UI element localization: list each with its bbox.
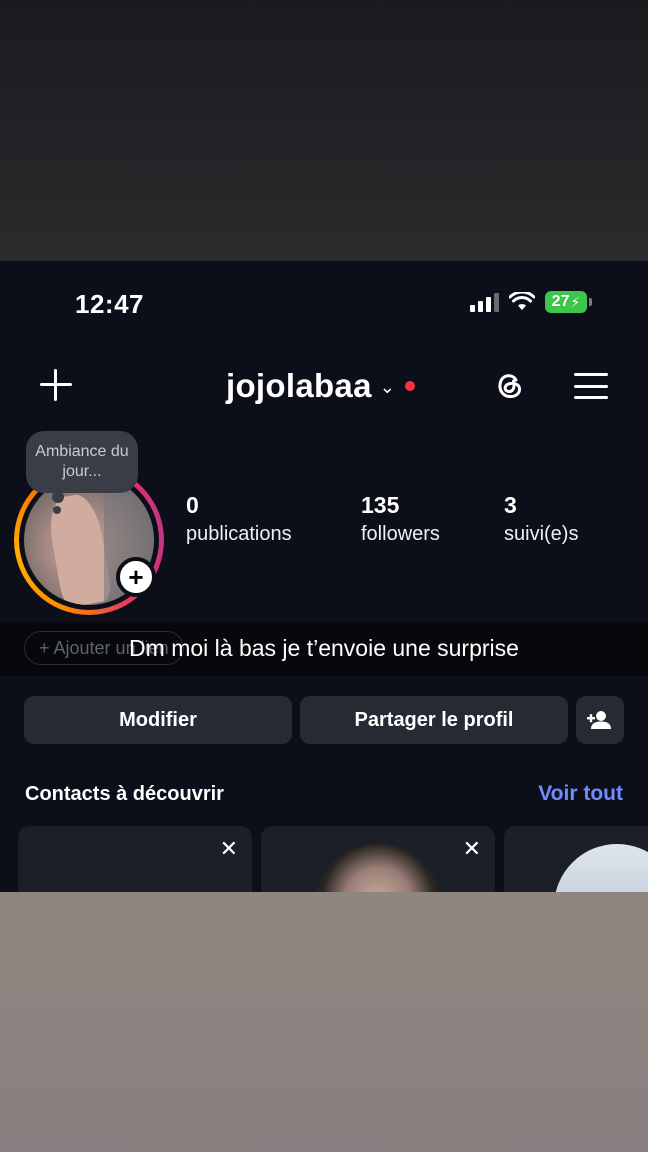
stat-label: publications [186, 523, 292, 545]
story-caption: Dm moi là bas je t’envoie une surprise [129, 635, 519, 661]
edit-profile-button[interactable]: Modifier [24, 696, 292, 744]
stat-value: 3 [504, 492, 517, 518]
stat-label: suivi(e)s [504, 523, 579, 545]
suggestion-avatar [315, 844, 441, 892]
battery-icon: 27 ⚡ [545, 291, 592, 313]
top-background [0, 0, 648, 261]
wifi-icon [509, 292, 535, 310]
close-icon[interactable]: ✕ [463, 838, 481, 860]
stat-label: followers [361, 523, 440, 545]
threads-icon[interactable] [492, 368, 526, 402]
suggestions-title: Contacts à découvrir [25, 783, 224, 805]
status-icons: 27 ⚡ [470, 291, 592, 313]
suggestion-card[interactable]: ✕ [261, 826, 495, 892]
profile-screen: 12:47 27 ⚡ jojolabaa ⌄ + Ambiance du jou… [0, 261, 648, 892]
stat-following[interactable]: 3 suivi(e)s [504, 492, 578, 546]
add-person-button[interactable] [576, 696, 624, 744]
menu-icon[interactable] [574, 373, 608, 399]
suggestion-avatar [554, 844, 648, 892]
note-bubble-dot [53, 506, 61, 514]
see-all-link[interactable]: Voir tout [538, 782, 623, 806]
stat-value: 135 [361, 492, 400, 518]
stat-followers[interactable]: 135 followers [361, 492, 440, 546]
chevron-down-icon: ⌄ [379, 376, 395, 397]
add-person-icon [587, 711, 611, 729]
username: jojolabaa [226, 367, 372, 404]
note-bubble[interactable]: Ambiance du jour... [26, 431, 138, 503]
battery-level: 27 [551, 293, 570, 310]
stat-posts[interactable]: 0 publications [186, 492, 292, 546]
signal-icon [470, 292, 499, 312]
bottom-background [0, 892, 648, 1152]
suggestion-card[interactable] [504, 826, 648, 892]
close-icon[interactable]: ✕ [220, 838, 238, 860]
add-story-button[interactable]: + [116, 557, 156, 597]
status-time: 12:47 [75, 289, 144, 319]
share-profile-button[interactable]: Partager le profil [300, 696, 568, 744]
plus-icon[interactable] [38, 367, 74, 403]
stat-value: 0 [186, 492, 199, 518]
notification-dot [404, 381, 415, 391]
suggestion-card[interactable]: ✕ [18, 826, 252, 892]
account-switcher[interactable]: jojolabaa ⌄ [226, 367, 415, 405]
